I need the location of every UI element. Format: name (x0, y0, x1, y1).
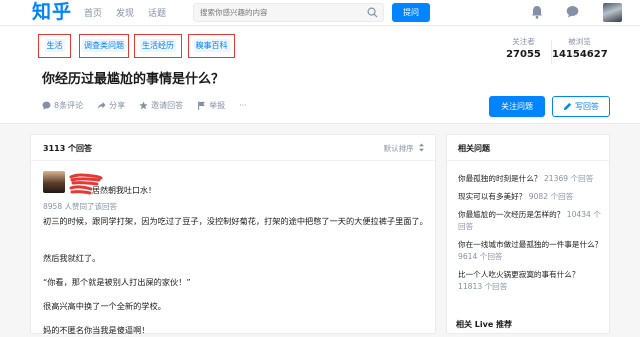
zhihu-logo[interactable]: 知乎 (32, 1, 72, 23)
ask-question-button[interactable]: 提问 (392, 3, 430, 22)
comments-action[interactable]: 8条评论 (42, 100, 83, 111)
tag-life[interactable]: 生活 (38, 34, 71, 58)
search-box (193, 3, 384, 22)
answer-likes: 8958 人赞同了该回答 (43, 202, 117, 211)
nav-topics[interactable]: 话题 (148, 6, 166, 19)
views-stat: 被浏览 14154627 (552, 37, 608, 60)
answer-paragraph: 初三的时候，跟同学打架，因为吃过了豆子，没控制好菊花，打架的途中把憋了一天的大便… (43, 216, 428, 226)
related-item[interactable]: 你在一线城市做过最孤独的一件事是什么？ 9614 个回答 (458, 239, 604, 263)
tag-survey[interactable]: 调查类问题 (79, 34, 129, 58)
related-questions-card: 相关问题 你最孤独的时刻是什么？ 21369 个回答 现实可以有多美好？ 908… (446, 134, 610, 334)
main-nav: 首页 发现 话题 (84, 6, 166, 19)
invite-action[interactable]: 邀请回答 (139, 100, 183, 111)
flag-icon (198, 101, 206, 110)
report-action[interactable]: 举报 (197, 100, 225, 111)
related-item[interactable]: 比一个人吃火锅更寂寞的事有什么？ 11813 个回答 (458, 269, 604, 293)
answer-paragraph: 然后我就红了。 (43, 253, 101, 263)
answer-paragraph: “你看，那个就是被别人打出屎的家伙！” (43, 277, 191, 287)
star-icon (139, 101, 148, 110)
answer-paragraph: 很高兴高中换了一个全新的学校。 (43, 301, 166, 311)
search-input[interactable] (200, 6, 360, 19)
follow-question-button[interactable]: 关注问题 (489, 96, 545, 117)
comment-icon (42, 101, 51, 110)
question-actions: 8条评论 分享 邀请回答 举报 ··· (42, 100, 261, 111)
search-icon[interactable] (367, 7, 378, 18)
related-item[interactable]: 你最尴尬的一次经历是怎样的？ 10434 个回答 (458, 209, 604, 233)
question-title: 你经历过最尴尬的事情是什么？ (42, 72, 225, 87)
nav-home[interactable]: 首页 (84, 6, 102, 19)
related-item[interactable]: 你最孤独的时刻是什么？ 21369 个回答 (458, 173, 604, 185)
related-item[interactable]: 现实可以有多美好？ 9082 个回答 (458, 191, 604, 203)
related-title: 相关问题 (447, 135, 609, 161)
message-icon[interactable] (566, 5, 579, 18)
share-icon (97, 101, 106, 110)
sort-arrows-icon (419, 143, 424, 152)
share-action[interactable]: 分享 (97, 100, 125, 111)
write-answer-button[interactable]: 写回答 (552, 96, 610, 117)
redacted-bio-scribble (69, 185, 93, 195)
author-headline: 居然朝我吐口水！ (92, 186, 156, 195)
pencil-icon (563, 102, 572, 111)
top-bar: 知乎 首页 发现 话题 提问 (0, 0, 640, 26)
nav-discover[interactable]: 发现 (116, 6, 134, 19)
question-stats: 关注者 27055 被浏览 14154627 (496, 36, 608, 64)
tag-qiushibaike[interactable]: 糗事百科 (188, 34, 235, 58)
answer-paragraph: 妈的不匿名你当我是傻逼啊！ (43, 325, 150, 335)
followers-stat[interactable]: 关注者 27055 (496, 36, 551, 64)
more-action[interactable]: ··· (239, 101, 247, 110)
question-header: 生活 调查类问题 生活经历 糗事百科 你经历过最尴尬的事情是什么？ 关注者 27… (0, 26, 640, 124)
answer-count: 3113 个回答 (43, 144, 93, 153)
tag-life-experience[interactable]: 生活经历 (134, 34, 182, 58)
author-avatar[interactable] (43, 171, 65, 193)
sort-dropdown[interactable]: 默认排序 (384, 143, 425, 154)
bell-icon[interactable] (531, 5, 543, 19)
answers-card: 3113 个回答 默认排序 居然朝我吐口水！ 8958 人赞同了该回答 初三的时… (30, 134, 436, 335)
answers-header: 3113 个回答 默认排序 (31, 135, 435, 161)
user-avatar[interactable] (603, 3, 622, 22)
